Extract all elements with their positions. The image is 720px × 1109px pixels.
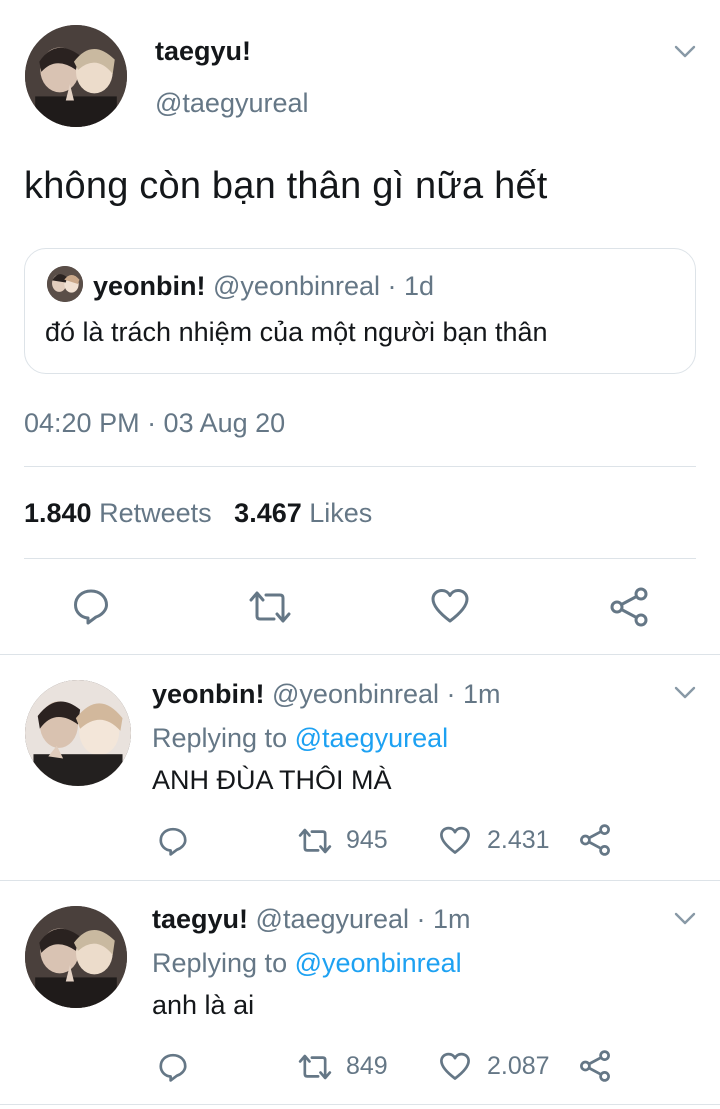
tweet-timestamp[interactable]: 04:20 PM · 03 Aug 20 bbox=[24, 408, 285, 439]
likes-stat[interactable]: 3.467 Likes bbox=[234, 498, 372, 528]
heart-icon[interactable] bbox=[430, 588, 470, 624]
divider bbox=[24, 466, 696, 467]
quoted-handle-time: @yeonbinreal · 1d bbox=[213, 271, 435, 301]
like-count: 2.087 bbox=[487, 1052, 550, 1080]
replying-to: Replying to @yeonbinreal bbox=[152, 948, 462, 979]
chevron-down-icon[interactable] bbox=[674, 45, 696, 59]
chevron-down-icon[interactable] bbox=[674, 912, 696, 926]
reply-icon[interactable] bbox=[158, 826, 188, 856]
reply-display-name[interactable]: yeonbin! bbox=[152, 679, 265, 709]
divider bbox=[24, 558, 696, 559]
retweets-stat[interactable]: 1.840 Retweets bbox=[24, 498, 212, 528]
retweet-icon bbox=[298, 1054, 332, 1079]
replying-to-handle[interactable]: @yeonbinreal bbox=[295, 948, 462, 978]
tweet-text: không còn bạn thân gì nữa hết bbox=[24, 165, 548, 207]
retweets-count: 1.840 bbox=[24, 498, 92, 528]
reply-header: taegyu! @taegyureal · 1m bbox=[152, 904, 471, 935]
reply-handle-time: @taegyureal · 1m bbox=[255, 904, 471, 934]
likes-count: 3.467 bbox=[234, 498, 302, 528]
quoted-author-avatar bbox=[47, 266, 83, 302]
replying-to-handle[interactable]: @taegyureal bbox=[295, 723, 449, 753]
share-icon[interactable] bbox=[579, 824, 611, 856]
retweet-count: 945 bbox=[346, 826, 388, 854]
replying-to-label: Replying to bbox=[152, 723, 288, 753]
retweet-icon[interactable] bbox=[247, 590, 293, 624]
reply-header: yeonbin! @yeonbinreal · 1m bbox=[152, 679, 501, 710]
divider bbox=[0, 654, 720, 655]
heart-icon bbox=[440, 826, 470, 854]
quoted-display-name: yeonbin! bbox=[93, 271, 206, 301]
quoted-header: yeonbin! @yeonbinreal · 1d bbox=[93, 271, 434, 302]
replying-to: Replying to @taegyureal bbox=[152, 723, 448, 754]
likes-label: Likes bbox=[309, 498, 373, 528]
reply-display-name[interactable]: taegyu! bbox=[152, 904, 248, 934]
retweets-label: Retweets bbox=[99, 498, 212, 528]
reply-handle-time: @yeonbinreal · 1m bbox=[272, 679, 501, 709]
divider bbox=[0, 880, 720, 881]
share-icon[interactable] bbox=[579, 1050, 611, 1082]
heart-icon bbox=[440, 1052, 470, 1080]
author-avatar[interactable] bbox=[25, 25, 127, 127]
author-display-name[interactable]: taegyu! bbox=[155, 36, 251, 67]
divider bbox=[0, 1104, 720, 1105]
like-action[interactable]: 2.431 bbox=[439, 826, 550, 855]
quoted-tweet-text: đó là trách nhiệm của một người bạn thân bbox=[45, 317, 548, 347]
share-icon[interactable] bbox=[609, 587, 649, 627]
like-count: 2.431 bbox=[487, 826, 550, 854]
author-handle[interactable]: @taegyureal bbox=[155, 88, 309, 119]
retweet-count: 849 bbox=[346, 1052, 388, 1080]
tweet-stats: 1.840 Retweets 3.467 Likes bbox=[24, 498, 372, 529]
reply-icon[interactable] bbox=[158, 1052, 188, 1082]
retweet-action[interactable]: 945 bbox=[297, 826, 388, 855]
quoted-tweet-card[interactable]: yeonbin! @yeonbinreal · 1d đó là trách n… bbox=[24, 248, 696, 374]
like-action[interactable]: 2.087 bbox=[439, 1052, 550, 1081]
replying-to-label: Replying to bbox=[152, 948, 288, 978]
reply-text: ANH ĐÙA THÔI MÀ bbox=[152, 765, 392, 795]
reply-author-avatar[interactable] bbox=[25, 906, 127, 1008]
reply-text: anh là ai bbox=[152, 990, 255, 1020]
chevron-down-icon[interactable] bbox=[674, 686, 696, 700]
retweet-action[interactable]: 849 bbox=[297, 1052, 388, 1081]
retweet-icon bbox=[298, 828, 332, 853]
reply-icon[interactable] bbox=[72, 587, 110, 625]
reply-author-avatar[interactable] bbox=[25, 680, 131, 786]
